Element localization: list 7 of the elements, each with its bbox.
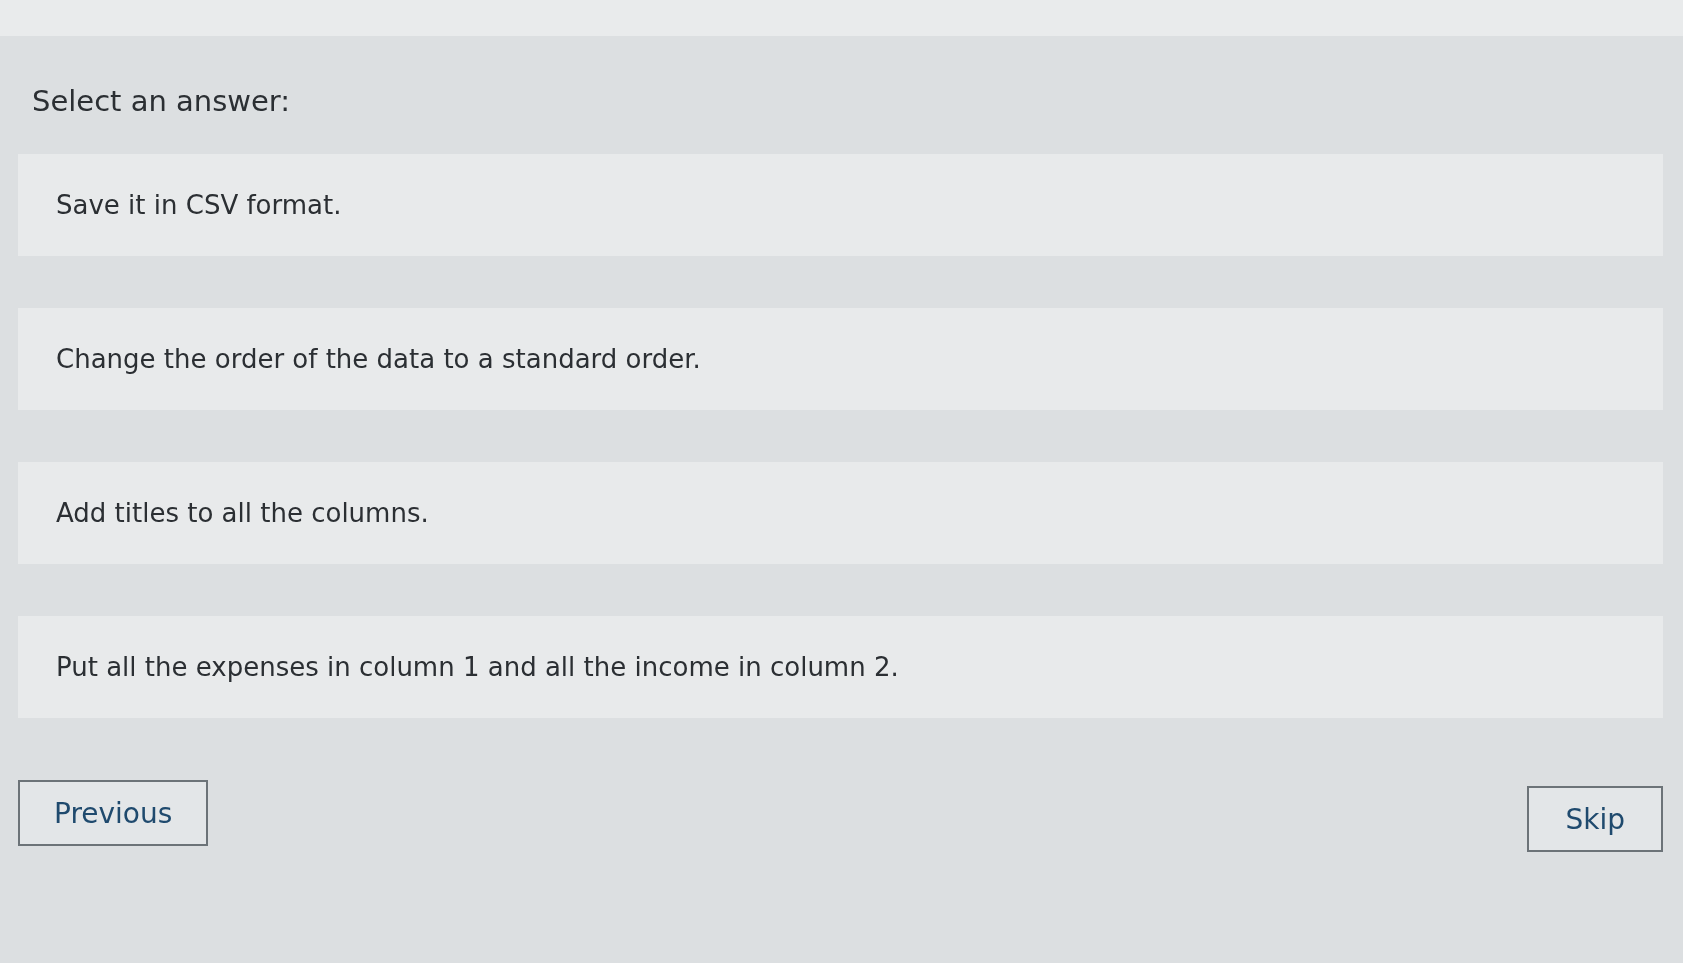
answer-option[interactable]: Save it in CSV format.: [18, 154, 1663, 256]
answer-option[interactable]: Put all the expenses in column 1 and all the income in column 2.: [18, 616, 1663, 718]
answer-option[interactable]: Change the order of the data to a standard order.: [18, 308, 1663, 410]
question-prompt: Select an answer:: [31, 84, 292, 118]
previous-button[interactable]: Previous: [18, 780, 209, 846]
answer-option[interactable]: Add titles to all the columns.: [18, 462, 1663, 564]
skip-button[interactable]: Skip: [1527, 786, 1663, 852]
